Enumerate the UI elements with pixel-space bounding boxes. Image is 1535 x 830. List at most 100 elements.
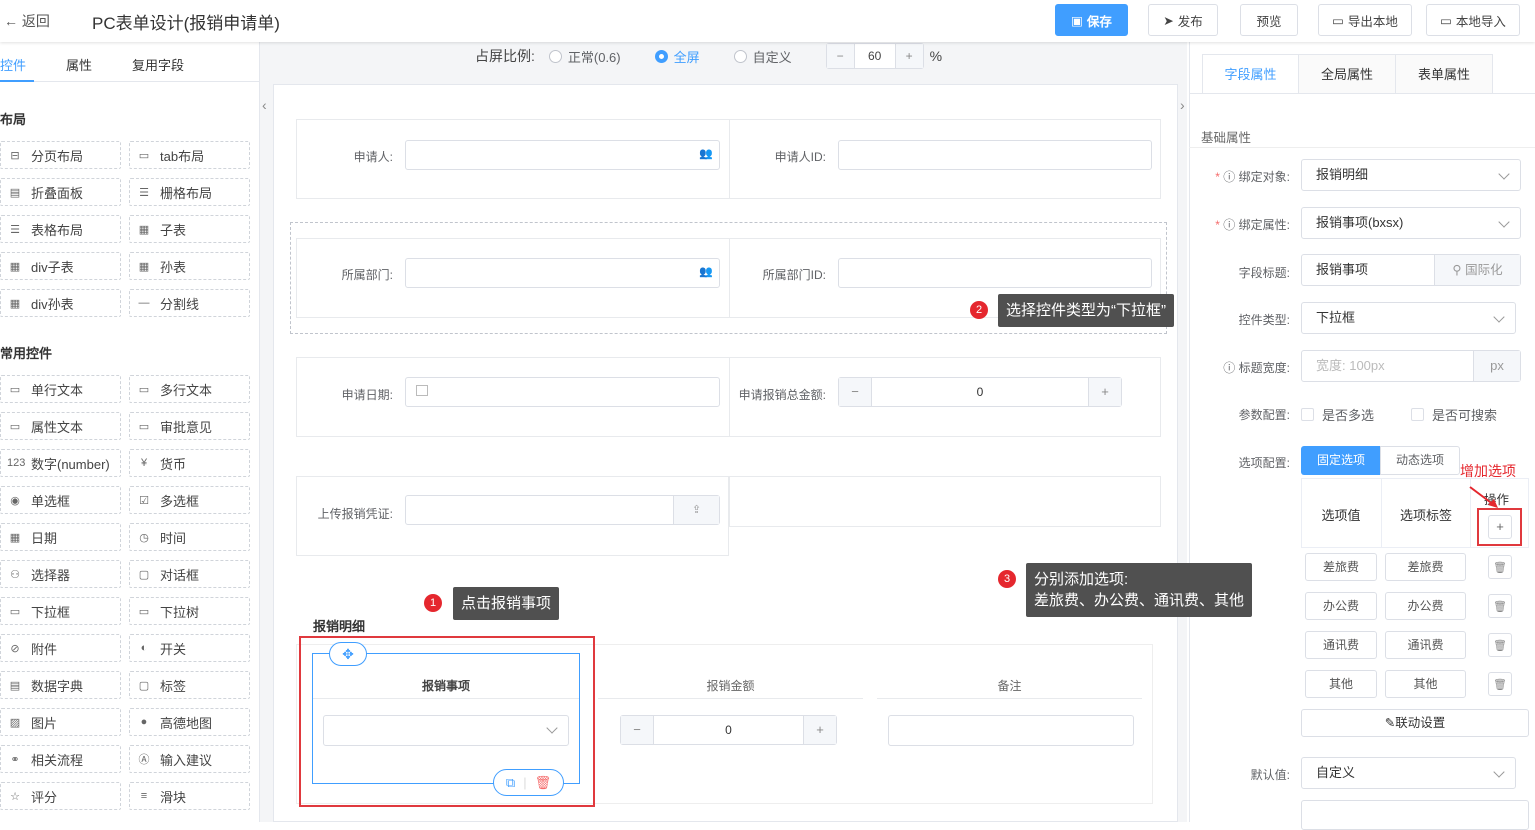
component-22[interactable]: ▭ 下拉框: [0, 597, 121, 625]
bind-attr-select[interactable]: 报销事项(bxsx): [1301, 207, 1521, 239]
component-7[interactable]: ▦ 孙表: [129, 252, 250, 280]
ratio-stepper[interactable]: − 60 +: [825, 43, 924, 69]
ratio-normal-radio[interactable]: [548, 49, 562, 63]
component-5[interactable]: ▦ 子表: [129, 215, 250, 243]
option-value-input[interactable]: 办公费: [1305, 592, 1377, 620]
link-settings-button[interactable]: ✎联动设置: [1301, 709, 1529, 737]
plus-icon[interactable]: +: [1088, 378, 1121, 406]
component-26[interactable]: ▤ 数据字典: [0, 671, 121, 699]
user-group-icon[interactable]: 👥: [699, 147, 713, 160]
trash-icon[interactable]: 🗑: [1488, 672, 1512, 696]
dept-id-input[interactable]: [838, 258, 1152, 288]
user-group-icon[interactable]: 👥: [699, 265, 713, 278]
total-amount-stepper[interactable]: − 0 +: [838, 377, 1122, 407]
component-24[interactable]: ⊘ 附件: [0, 634, 121, 662]
ratio-custom-radio[interactable]: [733, 49, 747, 63]
component-14[interactable]: 123 数字(number): [0, 449, 121, 477]
dynamic-options-button[interactable]: 动态选项: [1380, 446, 1460, 475]
component-8[interactable]: ▦ div孙表: [0, 289, 121, 317]
intl-button[interactable]: ⚲ 国际化: [1434, 255, 1520, 285]
form-row-empty[interactable]: [729, 476, 1161, 527]
component-1[interactable]: ▭ tab布局: [129, 141, 250, 169]
tab-properties[interactable]: 属性: [66, 55, 92, 74]
minus-icon[interactable]: −: [826, 44, 855, 68]
component-9[interactable]: — 分割线: [129, 289, 250, 317]
component-11[interactable]: ▭ 多行文本: [129, 375, 250, 403]
back-button[interactable]: ← 返回: [4, 11, 50, 31]
searchable-checkbox[interactable]: 是否可搜索: [1411, 405, 1497, 424]
amount-stepper[interactable]: − 0 +: [620, 715, 837, 745]
upload-icon[interactable]: ⇪: [673, 496, 719, 524]
component-28[interactable]: ▨ 图片: [0, 708, 121, 736]
option-label-input[interactable]: 其他: [1385, 670, 1466, 698]
component-label: 栅格布局: [160, 185, 213, 201]
collapse-left-icon[interactable]: ‹: [262, 97, 267, 113]
total-amount-value[interactable]: 0: [872, 378, 1088, 406]
component-19[interactable]: ◷ 时间: [129, 523, 250, 551]
applicant-input[interactable]: 👥: [405, 140, 720, 170]
component-0[interactable]: ⊟ 分页布局: [0, 141, 121, 169]
component-27[interactable]: ▢ 标签: [129, 671, 250, 699]
minus-icon[interactable]: −: [839, 378, 872, 406]
component-4[interactable]: ☰ 表格布局: [0, 215, 121, 243]
component-12[interactable]: ▭ 属性文本: [0, 412, 121, 440]
collapse-right-icon[interactable]: ›: [1180, 97, 1185, 113]
tab-reuse-fields[interactable]: 复用字段: [132, 55, 184, 74]
component-31[interactable]: Ⓐ 输入建议: [129, 745, 250, 773]
option-value-input[interactable]: 其他: [1305, 670, 1377, 698]
option-value-input[interactable]: 通讯费: [1305, 631, 1377, 659]
field-title-input[interactable]: 报销事项 ⚲ 国际化: [1301, 254, 1521, 286]
ratio-full-radio[interactable]: [654, 49, 668, 63]
option-label-input[interactable]: 差旅费: [1385, 553, 1466, 581]
plus-icon[interactable]: +: [894, 44, 923, 68]
option-label-input[interactable]: 通讯费: [1385, 631, 1466, 659]
component-25[interactable]: ◐ 开关: [129, 634, 250, 662]
component-20[interactable]: ⚇ 选择器: [0, 560, 121, 588]
tab-global-props[interactable]: 全局属性: [1298, 54, 1396, 94]
bind-object-select[interactable]: 报销明细: [1301, 159, 1521, 191]
option-value-input[interactable]: 差旅费: [1305, 553, 1377, 581]
save-button[interactable]: ▣ 保存: [1055, 4, 1128, 36]
component-30[interactable]: ⚭ 相关流程: [0, 745, 121, 773]
dept-input[interactable]: 👥: [405, 258, 720, 288]
minus-icon[interactable]: −: [621, 716, 654, 744]
default-value-select[interactable]: 自定义: [1301, 757, 1516, 789]
component-13[interactable]: ▭ 审批意见: [129, 412, 250, 440]
trash-icon[interactable]: 🗑: [1488, 555, 1512, 579]
ratio-value[interactable]: 60: [855, 44, 895, 68]
component-16[interactable]: ◉ 单选框: [0, 486, 121, 514]
component-23[interactable]: ▭ 下拉树: [129, 597, 250, 625]
publish-button[interactable]: ➤ 发布: [1148, 4, 1218, 36]
component-2[interactable]: ▤ 折叠面板: [0, 178, 121, 206]
title-width-input[interactable]: 宽度: 100px px: [1301, 350, 1521, 382]
multi-select-checkbox[interactable]: 是否多选: [1301, 405, 1374, 424]
component-29[interactable]: ● 高德地图: [129, 708, 250, 736]
component-21[interactable]: ▢ 对话框: [129, 560, 250, 588]
tab-form-props[interactable]: 表单属性: [1395, 54, 1493, 94]
control-type-select[interactable]: 下拉框: [1301, 302, 1516, 334]
amount-value[interactable]: 0: [654, 716, 803, 744]
upload-input[interactable]: ⇪: [405, 495, 720, 525]
component-10[interactable]: ▭ 单行文本: [0, 375, 121, 403]
preview-button[interactable]: 预览: [1240, 4, 1298, 36]
import-button[interactable]: ▭ 本地导入: [1426, 4, 1520, 36]
trash-icon[interactable]: 🗑: [1488, 594, 1512, 618]
option-label-input[interactable]: 办公费: [1385, 592, 1466, 620]
fixed-options-button[interactable]: 固定选项: [1301, 446, 1381, 475]
component-32[interactable]: ☆ 评分: [0, 782, 121, 810]
date-input[interactable]: [405, 377, 720, 407]
component-18[interactable]: ▦ 日期: [0, 523, 121, 551]
tab-field-props[interactable]: 字段属性: [1202, 54, 1299, 94]
remark-input[interactable]: [888, 715, 1134, 746]
default-value-input[interactable]: [1301, 800, 1529, 830]
component-6[interactable]: ▦ div子表: [0, 252, 121, 280]
component-33[interactable]: ≡ 滑块: [129, 782, 250, 810]
export-button[interactable]: ▭ 导出本地: [1318, 4, 1412, 36]
applicant-id-input[interactable]: [838, 140, 1152, 170]
plus-icon[interactable]: +: [803, 716, 836, 744]
component-15[interactable]: ¥ 货币: [129, 449, 250, 477]
tab-controls[interactable]: 控件: [0, 55, 26, 74]
component-17[interactable]: ☑ 多选框: [129, 486, 250, 514]
component-3[interactable]: ☰ 栅格布局: [129, 178, 250, 206]
trash-icon[interactable]: 🗑: [1488, 633, 1512, 657]
